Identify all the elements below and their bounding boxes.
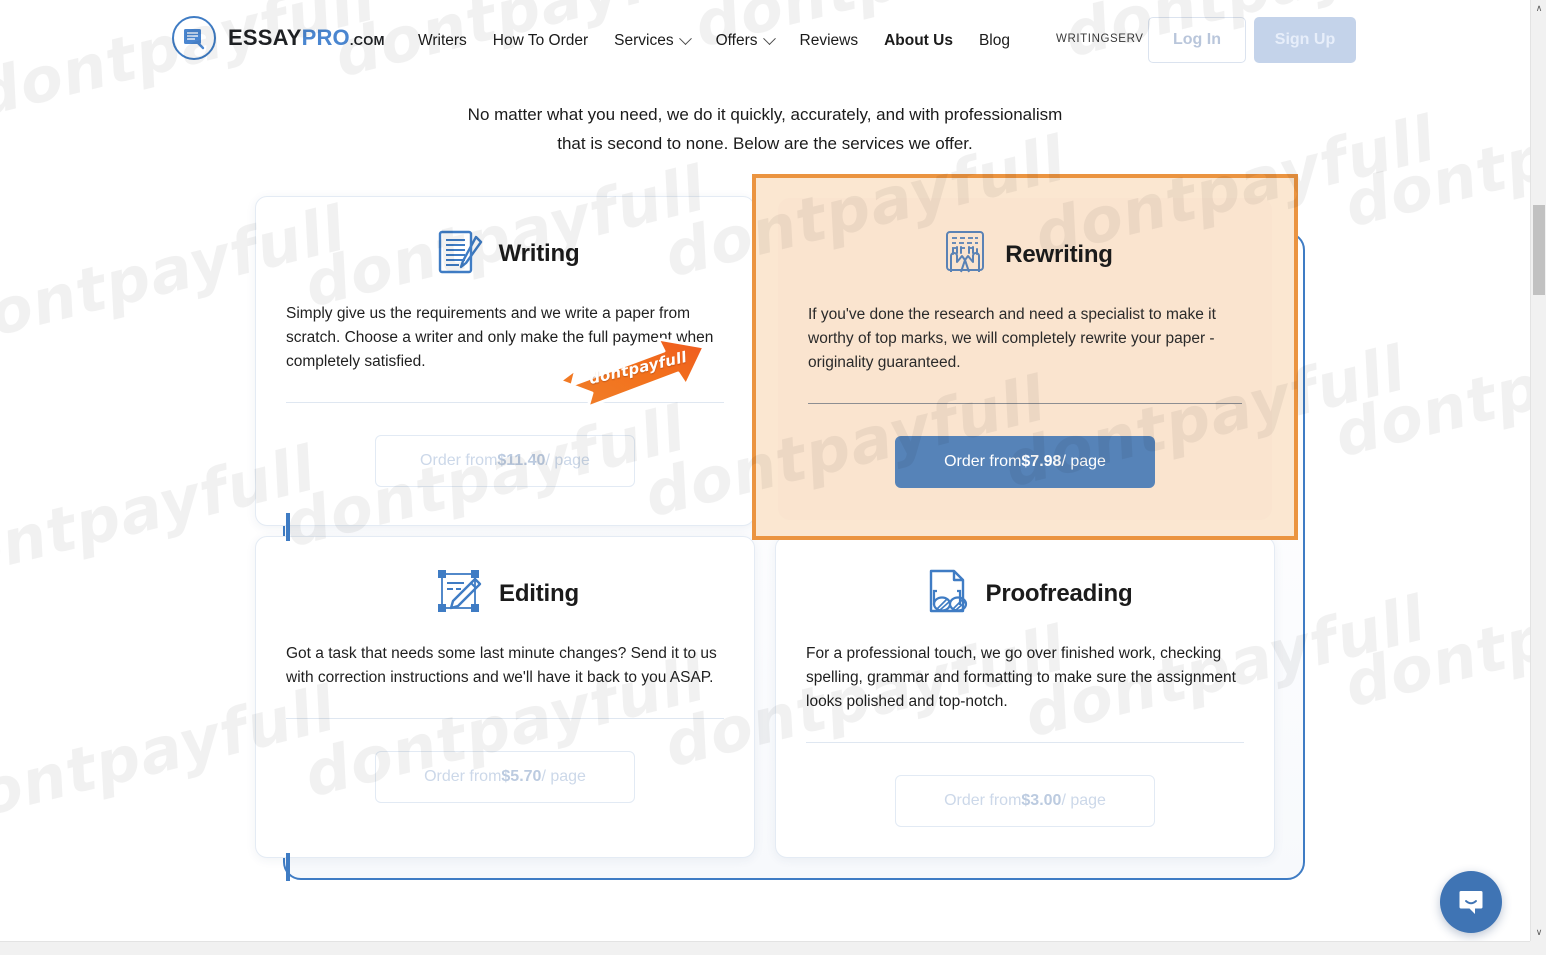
nav-item-blog[interactable]: Blog — [966, 28, 1023, 54]
nav-item-services[interactable]: Services — [601, 28, 702, 54]
document-glasses-icon — [918, 563, 974, 624]
logo-wordmark: ESSAY PRO .COM — [228, 25, 385, 51]
scroll-up-arrow-icon[interactable]: ∧ — [1531, 0, 1546, 17]
card-header: Proofreading — [806, 563, 1244, 624]
nav-label: About Us — [884, 32, 953, 49]
logo-text-com: .COM — [349, 33, 385, 48]
cta-prefix: Order from — [420, 452, 498, 469]
page-root: ESSAY PRO .COM Writers How To Order Servic… — [0, 0, 1546, 955]
cta-suffix: / page — [541, 768, 586, 785]
editing-pencil-crop-icon — [431, 563, 487, 624]
card-accent-bar — [286, 853, 290, 881]
watermark: dontpayfull — [1337, 551, 1546, 722]
card-header: Writing — [286, 223, 724, 284]
chat-smile-bubble-icon — [1459, 891, 1483, 914]
card-description: For a professional touch, we go over fin… — [806, 645, 1236, 710]
intro-paragraph: No matter what you need, we do it quickl… — [0, 100, 1530, 158]
site-logo[interactable]: ESSAY PRO .COM — [172, 16, 385, 60]
nav-label: Blog — [978, 32, 1010, 49]
cta-price: $11.40 — [497, 452, 546, 469]
cta-price: $5.70 — [501, 768, 542, 785]
order-button-proofreading[interactable]: Order from $3.00/ page — [895, 775, 1155, 827]
scrollbar-corner — [1530, 941, 1546, 955]
card-title: Proofreading — [985, 579, 1133, 607]
site-header: ESSAY PRO .COM Writers How To Order Servic… — [0, 0, 1530, 80]
vertical-scrollbar-thumb[interactable] — [1533, 205, 1545, 295]
chevron-down-icon — [678, 31, 692, 45]
watermark: dontpayfull — [1327, 301, 1546, 472]
sign-up-button[interactable]: Sign Up — [1254, 17, 1356, 63]
service-card-proofreading[interactable]: Proofreading For a professional touch, w… — [775, 536, 1275, 858]
cta-suffix: / page — [1061, 792, 1106, 809]
nav-item-offers[interactable]: Offers — [703, 28, 787, 54]
logo-text-essay: ESSAY — [228, 25, 302, 50]
card-description: Simply give us the requirements and we w… — [286, 305, 714, 370]
card-divider — [808, 403, 1242, 404]
cta-price: $7.98 — [1021, 453, 1062, 470]
nav-item-about-us[interactable]: About Us — [871, 28, 966, 54]
order-button-rewriting[interactable]: Order from $7.98/ page — [895, 436, 1155, 488]
service-card-rewriting[interactable]: Rewriting If you've done the research an… — [778, 198, 1272, 520]
order-button-writing[interactable]: Order from $11.40/ page — [375, 435, 635, 487]
card-description: Got a task that needs some last minute c… — [286, 645, 717, 686]
cta-prefix: Order from — [944, 453, 1022, 470]
highlight-selection-box: Rewriting If you've done the research an… — [752, 174, 1298, 540]
service-card-editing[interactable]: Editing Got a task that needs some last … — [255, 536, 755, 858]
writing-paper-pen-icon — [431, 223, 487, 284]
intro-line-2: that is second to none. Below are the se… — [557, 134, 973, 153]
partner-brand-tag: WRITINGSERV — [1056, 33, 1144, 45]
cta-suffix: / page — [1061, 453, 1106, 470]
keyboard-hands-typing-icon — [937, 224, 993, 285]
cta-price: $3.00 — [1021, 792, 1062, 809]
nav-label: How To Order — [492, 32, 589, 49]
nav-item-how-to-order[interactable]: How To Order — [480, 28, 601, 54]
card-divider — [286, 718, 724, 719]
cta-suffix: / page — [545, 452, 590, 469]
scroll-down-arrow-icon[interactable]: ∨ — [1531, 924, 1546, 941]
card-title: Rewriting — [1005, 240, 1113, 268]
nav-label: Writers — [418, 32, 467, 49]
card-divider — [806, 742, 1244, 743]
card-divider — [286, 402, 724, 403]
nav-label: Services — [614, 32, 674, 49]
intro-line-1: No matter what you need, we do it quickl… — [467, 105, 1063, 124]
card-title: Editing — [499, 579, 579, 607]
card-header: Rewriting — [808, 224, 1242, 285]
service-card-writing[interactable]: Writing Simply give us the requirements … — [255, 196, 755, 526]
chat-launcher-button[interactable] — [1440, 871, 1502, 933]
main-navigation: Writers How To Order Services Offers Rev… — [405, 28, 1023, 54]
vertical-scrollbar[interactable]: ∧ ∨ — [1530, 0, 1546, 941]
chevron-down-icon — [762, 31, 776, 45]
log-in-button[interactable]: Log In — [1148, 17, 1246, 63]
document-pen-logo-icon — [172, 16, 216, 60]
cta-prefix: Order from — [944, 792, 1022, 809]
horizontal-scrollbar[interactable] — [0, 941, 1546, 955]
card-header: Editing — [286, 563, 724, 624]
card-accent-bar — [286, 513, 290, 541]
card-title: Writing — [498, 239, 580, 267]
nav-label: Offers — [715, 32, 758, 49]
cta-prefix: Order from — [424, 768, 502, 785]
nav-item-reviews[interactable]: Reviews — [787, 28, 872, 54]
logo-text-pro: PRO — [301, 25, 350, 50]
order-button-editing[interactable]: Order from $5.70/ page — [375, 751, 635, 803]
nav-label: Reviews — [799, 32, 859, 49]
card-description: If you've done the research and need a s… — [808, 306, 1216, 371]
nav-item-writers[interactable]: Writers — [405, 28, 480, 54]
